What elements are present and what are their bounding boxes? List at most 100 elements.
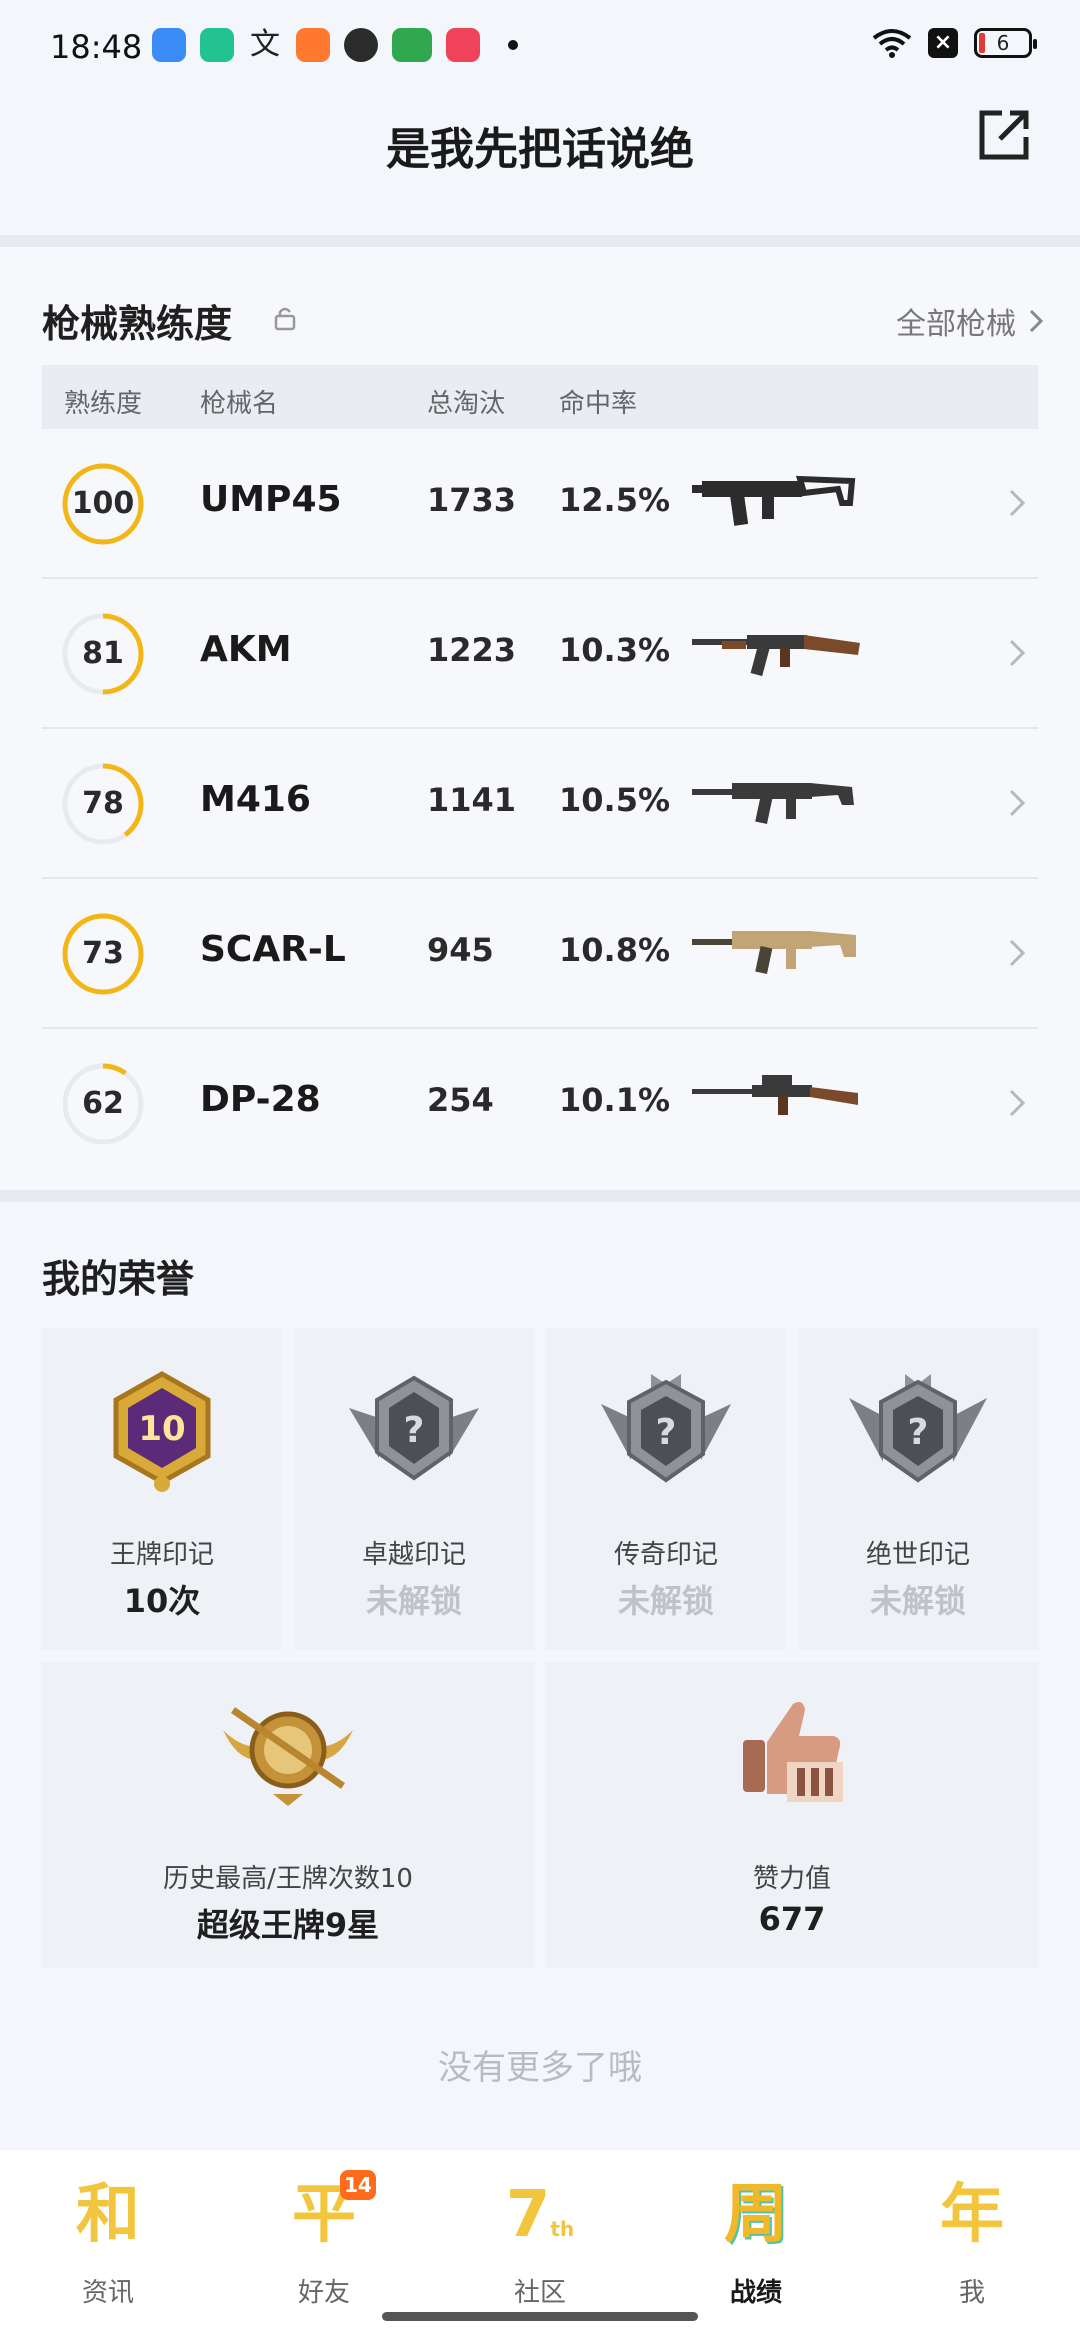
nav-item-friends[interactable]: 平 14 好友 <box>216 2170 432 2320</box>
close-app-icon: × <box>928 28 958 58</box>
no-more-text: 没有更多了哦 <box>438 2048 642 2088</box>
m416-weapon-icon <box>692 783 854 824</box>
status-time: 18:48 <box>50 28 143 66</box>
honor-label: 传奇印记 <box>613 1540 718 1570</box>
oppo-store-icon <box>392 28 432 62</box>
chevron-right-icon <box>1009 939 1026 967</box>
home-indicator[interactable] <box>382 2312 698 2321</box>
nav-item-community[interactable]: 7th 社区 <box>432 2170 648 2320</box>
mastery-value: 81 <box>82 636 124 671</box>
mastery-table-header: 熟练度 枪械名 总淘汰 命中率 <box>42 365 1038 429</box>
nav-label: 我 <box>958 2278 985 2308</box>
weapon-row[interactable]: 62 DP-28 254 10.1% <box>42 1029 1038 1179</box>
honor-card-legend[interactable]: ? 传奇印记 未解锁 <box>546 1328 786 1650</box>
weapon-kills: 1223 <box>427 631 517 669</box>
rank-badge-icon <box>223 1707 353 1806</box>
community-icon-suffix: th <box>550 2217 575 2241</box>
nav-label: 好友 <box>297 2278 350 2308</box>
ace-badge-number: 10 <box>138 1409 185 1449</box>
honor-card-highest-rank[interactable]: 历史最高/王牌次数10 超级王牌9星 <box>42 1662 534 1968</box>
weapon-hit-rate: 10.1% <box>559 1081 671 1119</box>
honor-value: 超级王牌9星 <box>196 1906 380 1944</box>
honor-card-peerless[interactable]: ? 绝世印记 未解锁 <box>798 1328 1038 1650</box>
chevron-right-icon <box>1009 1089 1026 1117</box>
col-mastery: 熟练度 <box>64 389 143 419</box>
mastery-value: 62 <box>82 1086 124 1121</box>
weapon-row[interactable]: 73 SCAR-L 945 10.8% <box>42 879 1038 1029</box>
locked-badge-icon: ? <box>601 1374 731 1483</box>
community-icon: 7th <box>505 2180 575 2250</box>
nav-label: 资讯 <box>81 2278 134 2308</box>
honor-value: 未解锁 <box>365 1582 462 1620</box>
weapon-kills: 945 <box>427 931 494 969</box>
col-name: 枪械名 <box>200 389 279 419</box>
nav-label: 社区 <box>513 2278 566 2308</box>
weapon-hit-rate: 10.5% <box>559 781 671 819</box>
weapon-name: UMP45 <box>200 479 342 520</box>
thumbs-up-icon <box>743 1702 843 1802</box>
honor-card-excellence[interactable]: ? 卓越印记 未解锁 <box>294 1328 534 1650</box>
status-app-icons: 文 <box>152 28 518 62</box>
share-icon[interactable] <box>974 105 1034 165</box>
files-app-icon <box>152 28 186 62</box>
weapon-row[interactable]: 78 M416 1141 10.5% <box>42 729 1038 879</box>
scar-l-weapon-icon <box>692 931 856 974</box>
mastery-value: 78 <box>82 786 124 821</box>
section-divider <box>0 1190 1080 1202</box>
weapon-kills: 254 <box>427 1081 494 1119</box>
svg-text:?: ? <box>656 1412 677 1453</box>
nav-item-record[interactable]: 周 战绩 <box>648 2170 864 2320</box>
nav-item-news[interactable]: 和 资讯 <box>0 2170 216 2320</box>
weapon-kills: 1733 <box>427 481 517 519</box>
weapon-row[interactable]: 100 UMP45 1733 12.5% <box>42 429 1038 579</box>
col-kills: 总淘汰 <box>427 389 506 419</box>
nav-item-me[interactable]: 年 我 <box>864 2170 1080 2320</box>
dp-28-weapon-icon <box>692 1075 858 1115</box>
weapon-mastery-section: 枪械熟练度 全部枪械 熟练度 枪械名 总淘汰 命中率 100 UMP45 173… <box>0 247 1080 1190</box>
battery-level: 6 <box>996 31 1010 55</box>
weapon-name: SCAR-L <box>200 929 346 970</box>
video-app-icon <box>446 28 480 62</box>
mastery-value: 73 <box>82 936 124 971</box>
friends-count-badge: 14 <box>340 2170 376 2200</box>
all-weapons-link[interactable]: 全部枪械 <box>896 299 1044 343</box>
news-icon: 和 <box>76 2178 140 2252</box>
chevron-right-icon <box>1009 789 1026 817</box>
community-icon-number: 7 <box>505 2178 551 2252</box>
status-right: × 6 <box>872 28 1037 58</box>
honors-title: 我的荣誉 <box>42 1257 195 1301</box>
svg-text:?: ? <box>908 1412 929 1453</box>
honor-card-ace[interactable]: 10 王牌印记 10次 <box>42 1328 282 1650</box>
notification-dot-icon <box>508 40 518 50</box>
ump45-weapon-icon <box>692 475 856 526</box>
ace-badge-icon: 10 <box>113 1371 211 1492</box>
wechat-icon <box>344 28 378 62</box>
game-app-icon <box>296 28 330 62</box>
chevron-right-icon <box>1029 309 1044 333</box>
weapon-name: AKM <box>200 629 292 670</box>
battery-level-bar <box>979 33 985 53</box>
me-icon: 年 <box>940 2178 1004 2252</box>
wifi-icon <box>872 29 912 58</box>
lock-icon <box>274 307 296 331</box>
honor-label: 绝世印记 <box>865 1540 970 1570</box>
honor-card-likes[interactable]: 赞力值 677 <box>546 1662 1038 1968</box>
weapon-kills: 1141 <box>427 781 517 819</box>
alipay-icon: 文 <box>250 27 280 62</box>
honor-value: 未解锁 <box>869 1582 966 1620</box>
record-icon: 周 <box>724 2178 788 2252</box>
locked-badge-icon: ? <box>349 1375 479 1481</box>
honor-label: 历史最高/王牌次数10 <box>163 1864 413 1894</box>
chevron-right-icon <box>1009 489 1026 517</box>
page-title: 是我先把话说绝 <box>386 124 694 175</box>
mastery-title: 枪械熟练度 <box>42 302 233 346</box>
honor-label: 王牌印记 <box>109 1540 214 1570</box>
nav-label: 战绩 <box>729 2278 782 2308</box>
weapon-name: DP-28 <box>200 1079 321 1120</box>
phone-manager-icon <box>200 28 234 62</box>
weapon-name: M416 <box>200 779 311 820</box>
honor-label: 赞力值 <box>752 1864 831 1894</box>
weapon-row[interactable]: 81 AKM 1223 10.3% <box>42 579 1038 729</box>
status-bar: 18:48 文 × 6 <box>0 0 1080 95</box>
section-divider <box>0 235 1080 247</box>
